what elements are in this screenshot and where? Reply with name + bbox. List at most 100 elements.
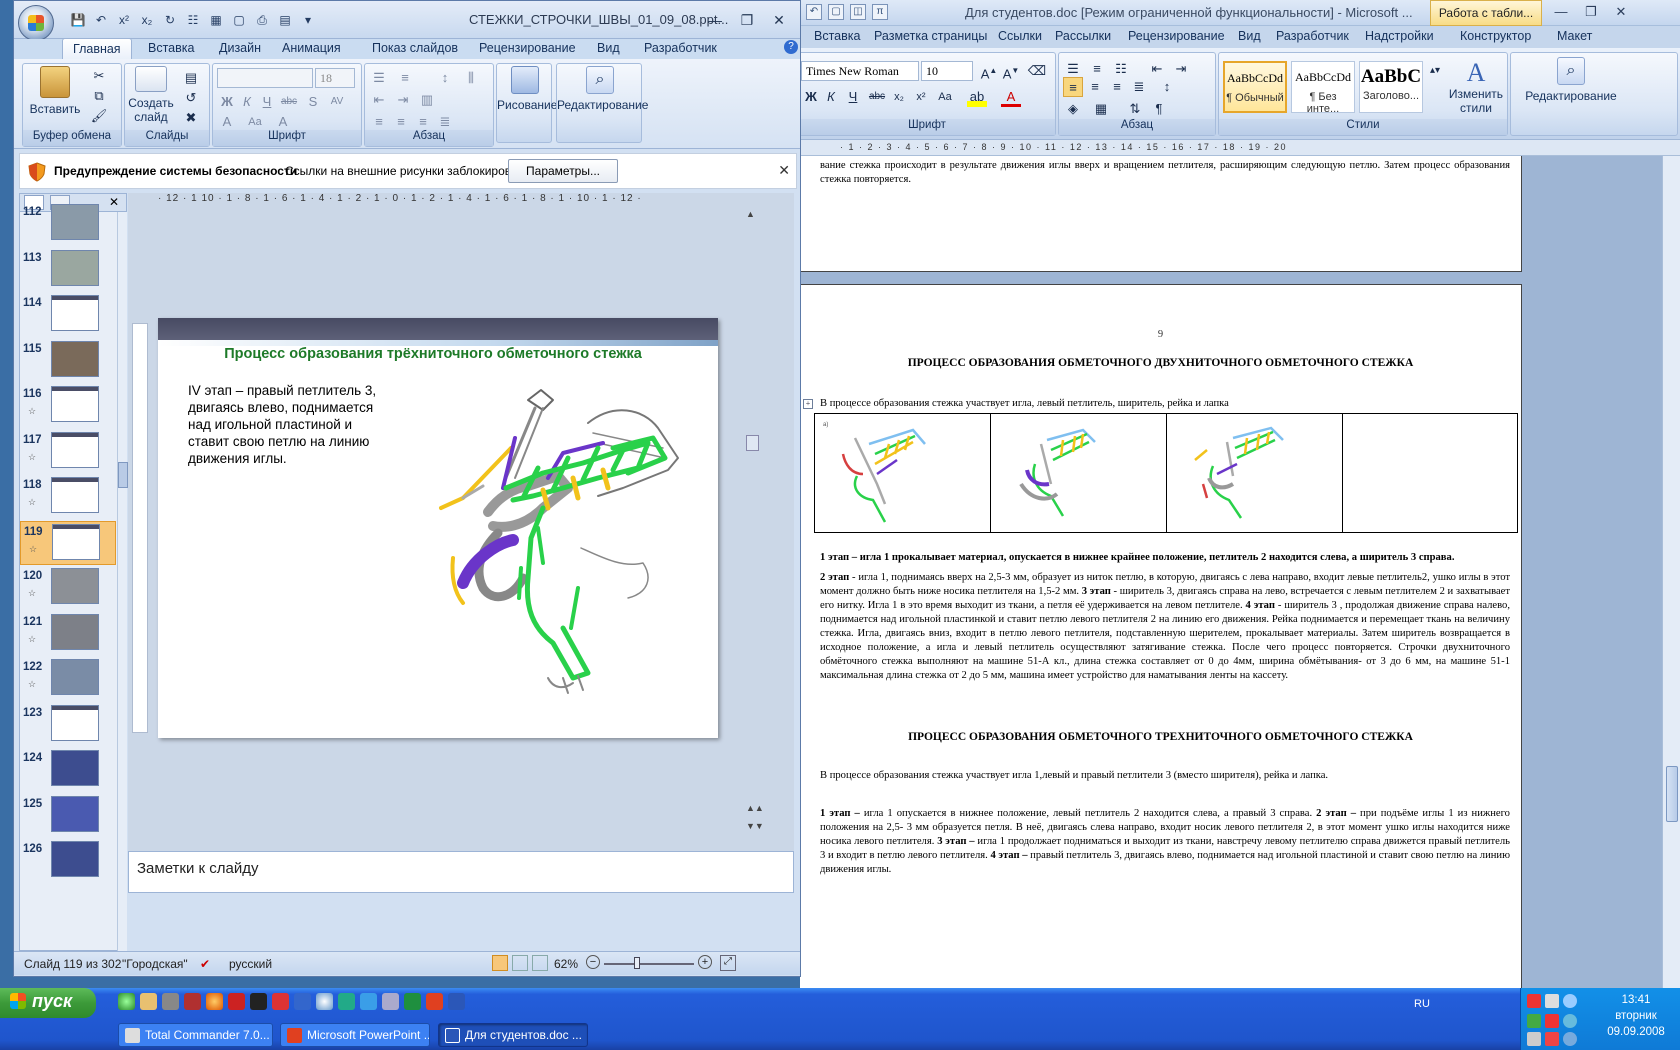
align-center-icon[interactable]: ≡ [1085,77,1105,97]
task-word[interactable]: Для студентов.doc ... [438,1023,588,1047]
preview-icon[interactable]: ◫ [850,4,866,20]
tab-references[interactable]: Ссылки [998,26,1055,48]
task-total-commander[interactable]: Total Commander 7.0... [118,1023,273,1047]
options-button[interactable]: Параметры... [508,159,618,183]
slides-pane-scrollbar[interactable] [117,212,128,952]
close-icon[interactable]: ✕ [778,162,790,179]
clock[interactable]: 13:41 вторник 09.09.2008 [1593,992,1679,1040]
figures-table[interactable]: a) [814,413,1518,533]
help-icon[interactable]: ? [784,40,798,54]
close-icon[interactable]: ✕ [1610,3,1632,21]
tab-view[interactable]: Вид [597,41,620,55]
word-ruler[interactable]: · 1 · 2 · 3 · 4 · 5 · 6 · 7 · 8 · 9 · 10… [800,140,1680,156]
align-right-icon[interactable]: ≡ [1107,77,1127,97]
word-vertical-scrollbar[interactable] [1662,156,1680,988]
columns-icon[interactable]: ▥ [417,90,437,110]
change-case-icon[interactable]: Aa [935,87,955,107]
table-tools-context-tab[interactable]: Работа с табли... [1430,0,1542,26]
scroll-up-icon[interactable]: ▲ [746,209,755,219]
current-slide[interactable]: Процесс образования трёхниточного обмето… [158,318,718,738]
horizontal-ruler[interactable]: · 12 · 1 10 · 1 · 8 · 1 · 6 · 1 · 4 · 1 … [158,193,758,209]
grow-font-icon[interactable]: A▲ [979,61,999,81]
clear-format-icon[interactable]: x² [115,11,133,29]
previous-slide-icon[interactable]: ▲▲ [746,803,764,813]
char-spacing-icon[interactable]: AV [327,92,347,112]
app-icon-3[interactable] [162,993,179,1010]
align-right-icon[interactable]: ≡ [413,112,433,132]
tab-developer[interactable]: Разработчик [644,41,717,55]
styles-scroll-icon[interactable]: ▴▾ [1425,61,1445,81]
line-spacing-icon[interactable]: ↕ [1157,77,1177,97]
tab-review[interactable]: Рецензирование [479,41,576,55]
font-color-icon[interactable]: A [1001,87,1021,107]
preview-icon[interactable]: ⎙ [253,11,271,29]
slide-thumbnail[interactable]: 124 [20,748,116,792]
slide-editing-area[interactable]: · 12 · 1 10 · 1 · 8 · 1 · 6 · 1 · 4 · 1 … [128,193,794,851]
normal-view-icon[interactable] [492,955,508,971]
minimize-icon[interactable]: — [1550,3,1572,21]
zoom-slider-thumb[interactable] [634,957,640,969]
ie-icon[interactable] [360,993,377,1010]
app-icon-7[interactable] [250,993,267,1010]
undo-icon[interactable]: ↶ [806,4,822,20]
firefox-icon[interactable] [206,993,223,1010]
page-icon[interactable]: ▢ [230,11,248,29]
increase-indent-icon[interactable]: ⇥ [393,90,413,110]
word-scroll-thumb[interactable] [1666,766,1678,822]
multilevel-icon[interactable]: ☷ [1111,59,1131,79]
slides-pane-scroll-thumb[interactable] [118,462,128,488]
change-case-icon[interactable]: Aa [245,112,265,132]
slide-thumbnail[interactable]: 112 [20,202,116,246]
line-spacing-icon[interactable]: ↕ [435,68,455,88]
start-button[interactable]: пуск [0,988,96,1018]
notes-pane[interactable]: Заметки к слайду [128,851,794,893]
tab-mailings[interactable]: Рассылки [1055,26,1128,48]
tray-icon-2[interactable] [1545,994,1559,1008]
slide-thumbnail[interactable]: 116 ☆ [20,384,116,428]
app-icon-4[interactable] [184,993,201,1010]
restore-icon[interactable]: ❐ [736,11,758,29]
slide-area-scrollbar[interactable]: ▲ ▲▲ ▼▼ [744,203,764,843]
paste-button[interactable]: Вставить [25,66,85,116]
redo-icon[interactable]: ↻ [161,11,179,29]
tab-slideshow[interactable]: Показ слайдов [372,41,458,55]
next-slide-icon[interactable]: ▼▼ [746,821,764,831]
fit-to-window-icon[interactable]: ⤢ [720,955,736,971]
tab-layout[interactable]: Макет [1557,26,1607,48]
powerpoint-window[interactable]: 💾 ↶ x² x₂ ↻ ☷ ▦ ▢ ⎙ ▤ ▾ СТЕЖКИ_СТРОЧКИ_Ш… [13,0,801,977]
ppt-editing-button[interactable]: ⌕ Редактирование [557,66,648,112]
app-icon-13[interactable] [382,993,399,1010]
spelling-icon[interactable]: ✔ [200,957,210,971]
slide-thumbnail[interactable]: 119 ☆ [20,520,116,565]
outline-icon[interactable]: ☷ [184,11,202,29]
tab-addins[interactable]: Надстройки [1365,26,1460,48]
slide-thumbnail[interactable]: 125 [20,794,116,838]
align-left-icon[interactable]: ≡ [369,112,389,132]
opera-icon[interactable] [228,993,245,1010]
justify-icon[interactable]: ≣ [435,112,455,132]
underline-icon[interactable]: Ч [257,92,277,112]
style-heading[interactable]: AaBbC Заголово... [1359,61,1423,113]
slide-thumbnail[interactable]: 126 [20,839,116,883]
style-normal[interactable]: AaBbCcDd ¶ Обычный [1223,61,1287,113]
increase-indent-icon[interactable]: ⇥ [1171,59,1191,79]
justify-icon[interactable]: ≣ [1129,77,1149,97]
tab-home[interactable]: Главная [62,38,132,60]
delete-slide-icon[interactable]: ✖ [181,108,201,128]
tray-icon-5[interactable] [1545,1014,1559,1028]
customize-qat-icon[interactable]: ▾ [299,11,317,29]
app-icon-9[interactable] [294,993,311,1010]
strike-icon[interactable]: abc [867,87,887,107]
cut-icon[interactable]: ✂ [89,66,109,86]
stitch-diagram[interactable] [403,378,703,698]
pi-symbol-icon[interactable]: π [872,4,888,20]
shading-icon[interactable]: ◈ [1063,99,1083,119]
slide-thumbnail[interactable]: 123 [20,703,116,747]
tab-design[interactable]: Дизайн [219,41,261,55]
zoom-level[interactable]: 62% [554,957,578,971]
app-icon-1[interactable] [118,993,135,1010]
word-icon[interactable] [448,993,465,1010]
powerpoint-icon[interactable] [426,993,443,1010]
language-indicator[interactable]: RU [1414,998,1430,1010]
table-icon[interactable]: ▦ [207,11,225,29]
